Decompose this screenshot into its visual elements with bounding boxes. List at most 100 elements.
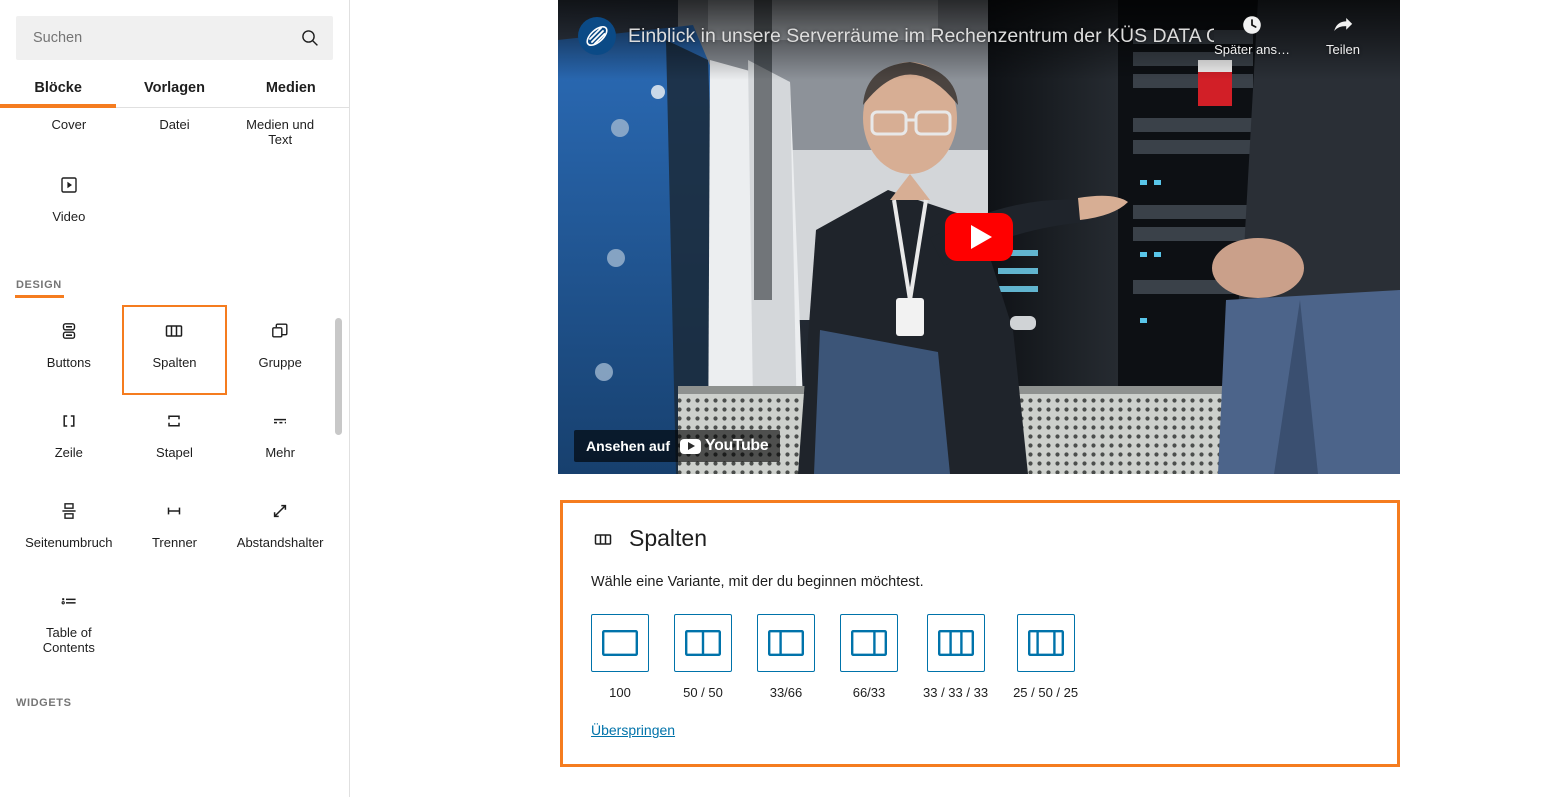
block-item-trenner[interactable]: Trenner (122, 485, 228, 575)
spacer-icon (268, 499, 292, 523)
search-input[interactable] (17, 17, 332, 59)
columns-block-header: Spalten (591, 525, 1369, 552)
sidebar-scrollbar-thumb[interactable] (335, 318, 342, 435)
variation-50-50[interactable]: 50 / 50 (674, 614, 732, 700)
columns-icon (591, 527, 615, 551)
block-label: Zeile (54, 445, 83, 460)
block-item-mehr[interactable]: Mehr (227, 395, 333, 485)
block-label: Medien und Text (246, 117, 315, 147)
watch-on-youtube-button[interactable]: Ansehen auf YouTube (574, 430, 781, 462)
block-item-video[interactable]: Video (16, 159, 122, 249)
group-icon (268, 319, 292, 343)
variation-icon-66-33 (840, 614, 898, 672)
page-break-icon (57, 499, 81, 523)
sidebar-scrollbar-track[interactable] (335, 104, 346, 797)
block-item-gruppe[interactable]: Gruppe (227, 305, 333, 395)
watch-later-button[interactable]: Später ans… (1214, 12, 1290, 57)
block-item-stapel[interactable]: Stapel (122, 395, 228, 485)
variation-66-33[interactable]: 66/33 (840, 614, 898, 700)
variation-33-33-33[interactable]: 33 / 33 / 33 (923, 614, 988, 700)
youtube-logo-icon: YouTube (680, 437, 769, 455)
grid-filler (227, 159, 333, 249)
watch-later-clock-icon (1241, 12, 1263, 38)
inserter-tabs: Blöcke Vorlagen Medien (0, 68, 349, 108)
block-label: Buttons (46, 355, 91, 370)
more-icon (268, 409, 292, 433)
columns-icon (162, 319, 186, 343)
block-label: Mehr (265, 445, 295, 460)
variation-label: 66/33 (852, 685, 886, 700)
block-label: Video (52, 209, 86, 224)
youtube-embed-block[interactable]: Einblick in unsere Serverräume im Rechen… (558, 0, 1400, 474)
columns-block-description: Wähle eine Variante, mit der du beginnen… (591, 574, 924, 590)
variation-icon-33-33-33 (926, 614, 985, 672)
variation-icon-100 (591, 614, 649, 672)
block-item-cover[interactable]: Cover (16, 105, 122, 159)
share-button[interactable]: Teilen (1314, 12, 1372, 57)
video-actions: Später ans… Teilen (1214, 12, 1372, 57)
section-label: DESIGN (15, 279, 64, 298)
block-label: Trenner (151, 535, 198, 550)
play-triangle-icon (970, 225, 992, 249)
block-label: Gruppe (258, 355, 302, 370)
block-item-zeile[interactable]: Zeile (16, 395, 122, 485)
skip-link[interactable]: Überspringen (591, 722, 675, 738)
block-item-table-of-contents[interactable]: Table of Contents (16, 575, 122, 667)
variation-33-66[interactable]: 33/66 (757, 614, 815, 700)
section-header-widgets: WIDGETS (16, 667, 333, 723)
block-label: Abstandshalter (236, 535, 324, 550)
columns-block-title: Spalten (629, 525, 708, 551)
block-item-abstandshalter[interactable]: Abstandshalter (227, 485, 333, 575)
youtube-wordmark: YouTube (705, 437, 769, 454)
variation-icon-25-50-25 (1016, 614, 1075, 672)
channel-avatar[interactable] (578, 17, 616, 55)
video-top-overlay: Einblick in unsere Serverräume im Rechen… (558, 0, 1400, 80)
block-grid-design: Buttons Spalten Gruppe Zeile Stapel Mehr… (16, 305, 333, 667)
block-item-datei[interactable]: Datei (122, 105, 228, 159)
variation-icon-33-66 (757, 614, 815, 672)
grid-filler (122, 575, 228, 667)
block-label: Cover (51, 117, 87, 132)
watch-on-label: Ansehen auf (586, 438, 671, 454)
block-inserter-sidebar: Blöcke Vorlagen Medien Cover (0, 0, 350, 797)
block-label: Datei (159, 117, 190, 132)
share-arrow-icon (1331, 12, 1355, 38)
variation-label: 50 / 50 (683, 685, 723, 700)
block-item-spalten[interactable]: Spalten (121, 305, 228, 395)
watch-later-label: Später ans… (1214, 42, 1290, 57)
video-title[interactable]: Einblick in unsere Serverräume im Rechen… (628, 25, 1214, 48)
variation-label: 33 / 33 / 33 (923, 685, 989, 700)
editor-canvas: Einblick in unsere Serverräume im Rechen… (350, 0, 1546, 797)
buttons-icon (57, 319, 81, 343)
tab-medien[interactable]: Medien (233, 68, 349, 107)
variation-label: 25 / 50 / 25 (1013, 685, 1079, 700)
row-icon (57, 409, 81, 433)
block-label: Spalten (152, 355, 197, 370)
variation-label: 100 (609, 685, 631, 700)
play-button[interactable] (945, 213, 1013, 261)
block-label: Table of Contents (42, 625, 95, 655)
stack-icon (162, 409, 186, 433)
channel-logo-icon (582, 21, 612, 51)
tab-bloecke[interactable]: Blöcke (0, 68, 117, 108)
tab-vorlagen[interactable]: Vorlagen (116, 68, 232, 107)
column-variations: 100 50 / 50 33/66 66/33 33 / 33 / 33 25 … (591, 614, 1369, 700)
search-box[interactable] (16, 16, 333, 60)
variation-label: 33/66 (769, 685, 803, 700)
block-item-seitenumbruch[interactable]: Seitenumbruch (16, 485, 122, 575)
video-icon (57, 173, 81, 197)
grid-filler (122, 159, 228, 249)
columns-block-placeholder[interactable]: Spalten Wähle eine Variante, mit der du … (560, 500, 1400, 767)
separator-icon (162, 499, 186, 523)
section-label: WIDGETS (16, 697, 72, 709)
share-label: Teilen (1326, 42, 1360, 57)
block-grid-top: Cover Datei Medien und Text Video (16, 105, 333, 249)
block-item-medien-und-text[interactable]: Medien und Text (227, 105, 333, 159)
block-item-buttons[interactable]: Buttons (16, 305, 122, 395)
variation-25-50-25[interactable]: 25 / 50 / 25 (1013, 614, 1078, 700)
editor-root: Blöcke Vorlagen Medien Cover (0, 0, 1546, 797)
block-list-scroll-region[interactable]: Cover Datei Medien und Text Video DESIGN… (0, 105, 349, 797)
block-label: Stapel (156, 445, 193, 460)
grid-filler (227, 575, 333, 667)
variation-100[interactable]: 100 (591, 614, 649, 700)
